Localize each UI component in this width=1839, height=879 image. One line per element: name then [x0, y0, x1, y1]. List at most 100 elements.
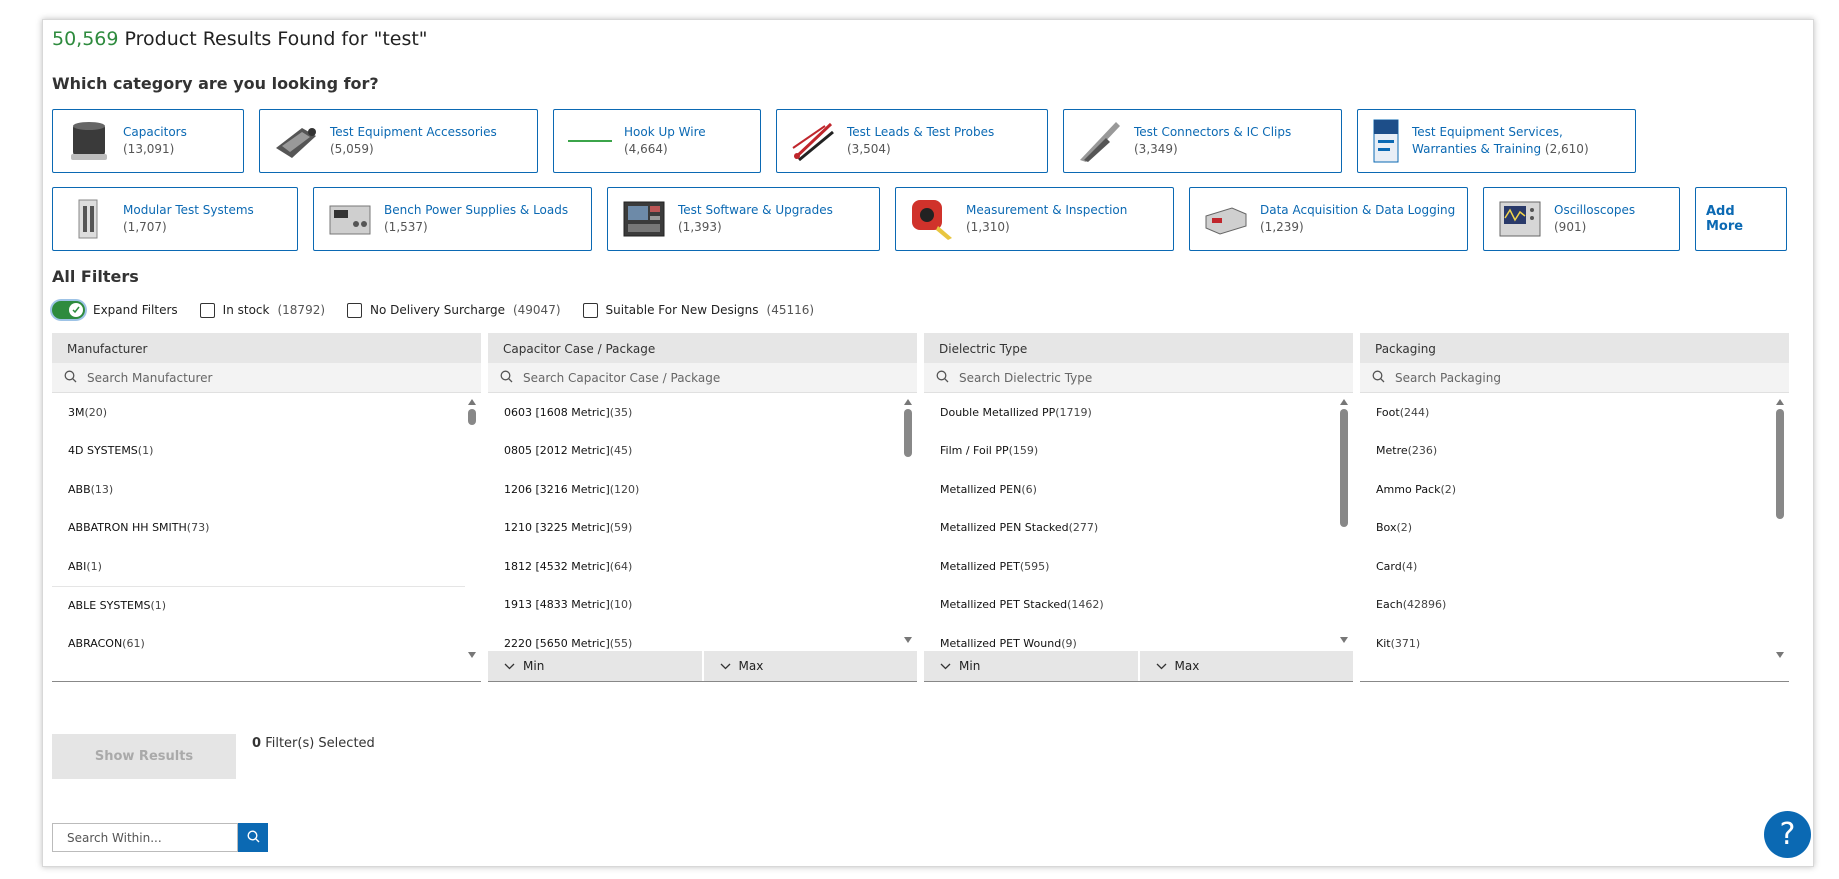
help-button[interactable]: ?: [1764, 811, 1811, 858]
scrollbar[interactable]: [1339, 395, 1349, 647]
no-surcharge-filter[interactable]: No Delivery Surcharge (49047): [347, 302, 561, 318]
scroll-down-icon[interactable]: [468, 652, 476, 658]
category-count: (1,537): [384, 220, 428, 234]
search-placeholder: Search Manufacturer: [87, 370, 213, 385]
list-item[interactable]: Ammo Pack (2): [1360, 470, 1789, 509]
category-card-test-connectors[interactable]: Test Connectors & IC Clips (3,349): [1063, 109, 1342, 173]
category-label: Bench Power Supplies & Loads: [384, 203, 569, 217]
scroll-up-icon[interactable]: [1776, 399, 1784, 405]
panel-title: Capacitor Case / Package: [488, 333, 917, 363]
list-item[interactable]: Box (2): [1360, 509, 1789, 548]
category-card-test-equipment-services[interactable]: Test Equipment Services, Warranties & Tr…: [1357, 109, 1636, 173]
show-results-button[interactable]: Show Results: [52, 734, 236, 779]
in-stock-checkbox[interactable]: [199, 302, 215, 318]
no-surcharge-checkbox[interactable]: [347, 302, 363, 318]
category-card-modular-test-systems[interactable]: Modular Test Systems (1,707): [52, 187, 298, 251]
list-item[interactable]: ABBATRON HH SMITH (73): [52, 509, 481, 548]
category-card-measurement-inspection[interactable]: Measurement & Inspection (1,310): [895, 187, 1174, 251]
category-row-2: Modular Test Systems (1,707) Bench Power…: [52, 187, 1787, 251]
list-item[interactable]: Each (42896): [1360, 586, 1789, 625]
list-item[interactable]: 3M (20): [52, 393, 481, 432]
selected-label: Filter(s) Selected: [265, 736, 375, 751]
category-card-hook-up-wire[interactable]: Hook Up Wire (4,664): [553, 109, 761, 173]
min-dropdown[interactable]: Min: [488, 651, 702, 681]
category-card-test-software[interactable]: Test Software & Upgrades (1,393): [607, 187, 880, 251]
list-item[interactable]: 1812 [4532 Metric] (64): [488, 547, 917, 586]
case-package-panel: Capacitor Case / Package Search Capacito…: [488, 333, 917, 682]
expand-filters-toggle[interactable]: Expand Filters: [52, 301, 178, 319]
in-stock-filter[interactable]: In stock (18792): [199, 302, 325, 318]
category-count: (2,610): [1544, 142, 1589, 156]
list-item[interactable]: Metallized PEN Stacked (277): [924, 509, 1353, 548]
list-item[interactable]: Metallized PEN (6): [924, 470, 1353, 509]
max-dropdown[interactable]: Max: [703, 651, 917, 681]
scroll-thumb[interactable]: [1776, 409, 1784, 519]
new-designs-filter[interactable]: Suitable For New Designs (45116): [582, 302, 814, 318]
list-item[interactable]: ABB (13): [52, 470, 481, 509]
data-logger-icon: [1200, 196, 1252, 242]
dielectric-search[interactable]: Search Dielectric Type: [924, 363, 1353, 393]
category-card-oscilloscopes[interactable]: Oscilloscopes (901): [1483, 187, 1680, 251]
scroll-thumb[interactable]: [468, 409, 476, 425]
list-item[interactable]: ABI (1): [52, 547, 481, 586]
list-item[interactable]: Kit (371): [1360, 624, 1789, 663]
list-item[interactable]: ABRACON (61): [52, 624, 481, 663]
scrollbar[interactable]: [1775, 395, 1785, 680]
scroll-thumb[interactable]: [904, 409, 912, 457]
list-item[interactable]: Double Metallized PP (1719): [924, 393, 1353, 432]
list-item[interactable]: 1210 [3225 Metric] (59): [488, 509, 917, 548]
list-item[interactable]: 0805 [2012 Metric] (45): [488, 432, 917, 471]
scroll-down-icon[interactable]: [1340, 637, 1348, 643]
expand-filters-label: Expand Filters: [93, 303, 178, 317]
scroll-thumb[interactable]: [1340, 409, 1348, 527]
list-item[interactable]: Card (4): [1360, 547, 1789, 586]
new-designs-checkbox[interactable]: [582, 302, 598, 318]
filters-selected: 0 Filter(s) Selected: [252, 736, 375, 751]
toggle-switch[interactable]: [52, 301, 85, 319]
scroll-up-icon[interactable]: [1340, 399, 1348, 405]
panel-title: Packaging: [1360, 333, 1789, 363]
new-designs-label: Suitable For New Designs: [605, 303, 759, 317]
add-more-button[interactable]: Add More: [1695, 187, 1787, 251]
list-item[interactable]: ABLE SYSTEMS (1): [52, 585, 465, 625]
list-item[interactable]: Metallized PET (595): [924, 547, 1353, 586]
list-item[interactable]: Foot (244): [1360, 393, 1789, 432]
category-label: Data Acquisition & Data Logging: [1260, 203, 1456, 217]
category-card-bench-power-supplies[interactable]: Bench Power Supplies & Loads (1,537): [313, 187, 592, 251]
manufacturer-list: 3M (20) 4D SYSTEMS (1) ABB (13) ABBATRON HH…: [52, 393, 481, 682]
max-dropdown[interactable]: Max: [1139, 651, 1353, 681]
min-dropdown[interactable]: Min: [924, 651, 1138, 681]
category-count: (1,310): [966, 220, 1010, 234]
category-card-data-acquisition[interactable]: Data Acquisition & Data Logging (1,239): [1189, 187, 1468, 251]
dielectric-list: Double Metallized PP (1719) Film / Foil P…: [924, 393, 1353, 649]
category-card-capacitors[interactable]: Capacitors (13,091): [52, 109, 244, 173]
list-item[interactable]: Metallized PET Wound (9): [924, 624, 1353, 649]
scrollbar[interactable]: [467, 395, 477, 680]
packaging-search[interactable]: Search Packaging: [1360, 363, 1789, 393]
list-item[interactable]: 1913 [4833 Metric] (10): [488, 586, 917, 625]
list-item[interactable]: 0603 [1608 Metric] (35): [488, 393, 917, 432]
category-label: Capacitors: [123, 125, 187, 139]
list-item[interactable]: Metre (236): [1360, 432, 1789, 471]
scroll-up-icon[interactable]: [904, 399, 912, 405]
search-within-input[interactable]: Search Within...: [52, 823, 238, 852]
chevron-down-icon: [720, 659, 731, 673]
list-item[interactable]: Film / Foil PP (159): [924, 432, 1353, 471]
scrollbar[interactable]: [903, 395, 913, 647]
category-card-test-leads[interactable]: Test Leads & Test Probes (3,504): [776, 109, 1048, 173]
search-within-button[interactable]: [238, 823, 268, 852]
scroll-down-icon[interactable]: [1776, 652, 1784, 658]
list-item[interactable]: 4D SYSTEMS (1): [52, 432, 481, 471]
list-item[interactable]: 2220 [5650 Metric] (55): [488, 624, 917, 649]
list-item[interactable]: Metallized PET Stacked (1462): [924, 586, 1353, 625]
category-count: (3,504): [847, 142, 891, 156]
scroll-up-icon[interactable]: [468, 399, 476, 405]
search-icon: [1372, 370, 1385, 386]
chevron-down-icon: [940, 659, 951, 673]
power-supply-icon: [324, 196, 376, 242]
list-item[interactable]: 1206 [3216 Metric] (120): [488, 470, 917, 509]
manufacturer-search[interactable]: Search Manufacturer: [52, 363, 481, 393]
scroll-down-icon[interactable]: [904, 637, 912, 643]
category-card-test-equipment-accessories[interactable]: Test Equipment Accessories (5,059): [259, 109, 538, 173]
case-package-search[interactable]: Search Capacitor Case / Package: [488, 363, 917, 393]
